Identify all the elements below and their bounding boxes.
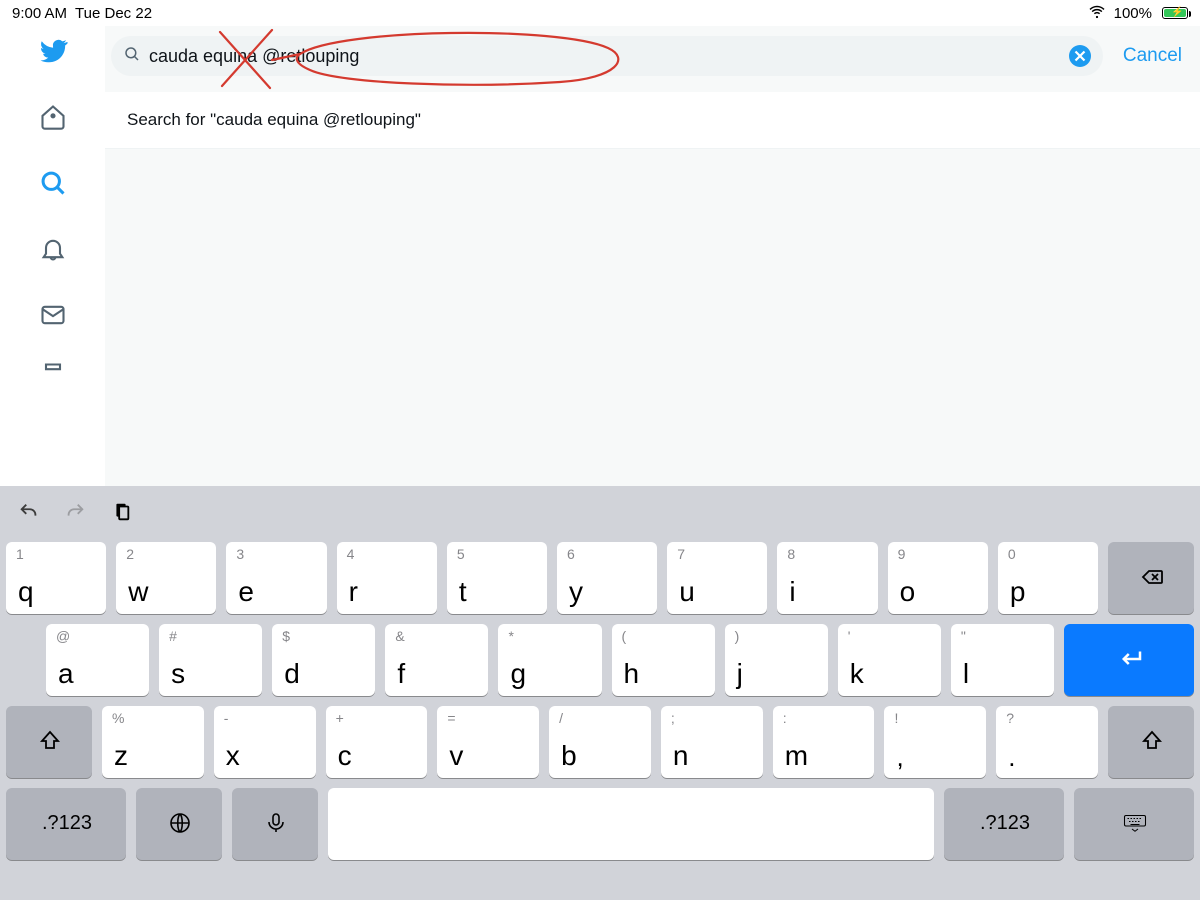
key-k[interactable]: 'k (838, 624, 941, 696)
messages-icon[interactable] (38, 300, 68, 330)
key-n[interactable]: ;n (661, 706, 763, 778)
key-backspace[interactable] (1108, 542, 1194, 614)
key-dictation[interactable] (232, 788, 318, 860)
key-c[interactable]: +c (326, 706, 428, 778)
key-dismiss-keyboard[interactable] (1074, 788, 1194, 860)
key-enter[interactable] (1064, 624, 1194, 696)
key-o[interactable]: 9o (888, 542, 988, 614)
key-d[interactable]: $d (272, 624, 375, 696)
key-numbers-left[interactable]: .?123 (6, 788, 126, 860)
search-icon (123, 45, 141, 68)
key-z[interactable]: %z (102, 706, 204, 778)
key-x[interactable]: -x (214, 706, 316, 778)
twitter-logo-icon[interactable] (38, 36, 68, 66)
key-v[interactable]: =v (437, 706, 539, 778)
bookmarks-icon[interactable] (38, 360, 68, 390)
keyboard-toolbar (0, 486, 1200, 538)
battery-percent: 100% (1114, 5, 1152, 22)
key-r[interactable]: 4r (337, 542, 437, 614)
key-e[interactable]: 3e (226, 542, 326, 614)
key-space[interactable] (328, 788, 934, 860)
key-i[interactable]: 8i (777, 542, 877, 614)
cancel-button[interactable]: Cancel (1123, 45, 1182, 67)
key-.[interactable]: ?. (996, 706, 1098, 778)
key-w[interactable]: 2w (116, 542, 216, 614)
battery-icon: ⚡ (1160, 7, 1188, 19)
search-nav-icon[interactable] (38, 168, 68, 198)
key-b[interactable]: /b (549, 706, 651, 778)
key-,[interactable]: !, (884, 706, 986, 778)
wifi-icon (1088, 2, 1106, 24)
home-icon[interactable] (38, 102, 68, 132)
onscreen-keyboard: 1q2w3e4r5t6y7u8i9o0p @a#s$d&f*g(h)j'k"l … (0, 486, 1200, 900)
notifications-icon[interactable] (38, 234, 68, 264)
key-f[interactable]: &f (385, 624, 488, 696)
key-q[interactable]: 1q (6, 542, 106, 614)
clear-input-icon[interactable] (1069, 45, 1091, 67)
key-l[interactable]: "l (951, 624, 1054, 696)
key-g[interactable]: *g (498, 624, 601, 696)
search-topbar: Cancel (105, 26, 1200, 92)
key-h[interactable]: (h (612, 624, 715, 696)
key-p[interactable]: 0p (998, 542, 1098, 614)
search-input[interactable] (149, 46, 1061, 67)
redo-icon[interactable] (64, 501, 86, 523)
key-m[interactable]: :m (773, 706, 875, 778)
key-numbers-right[interactable]: .?123 (944, 788, 1064, 860)
search-suggestion[interactable]: Search for "cauda equina @retlouping" (105, 92, 1200, 149)
key-shift-right[interactable] (1108, 706, 1194, 778)
key-t[interactable]: 5t (447, 542, 547, 614)
status-bar: 9:00 AM Tue Dec 22 100% ⚡ (0, 0, 1200, 26)
key-a[interactable]: @a (46, 624, 149, 696)
key-s[interactable]: #s (159, 624, 262, 696)
status-time: 9:00 AM (12, 5, 67, 22)
status-date: Tue Dec 22 (75, 5, 152, 22)
key-shift-left[interactable] (6, 706, 92, 778)
undo-icon[interactable] (18, 501, 40, 523)
key-y[interactable]: 6y (557, 542, 657, 614)
key-u[interactable]: 7u (667, 542, 767, 614)
key-j[interactable]: )j (725, 624, 828, 696)
search-field-wrap[interactable] (111, 36, 1103, 76)
key-globe[interactable] (136, 788, 222, 860)
clipboard-icon[interactable] (110, 501, 132, 523)
